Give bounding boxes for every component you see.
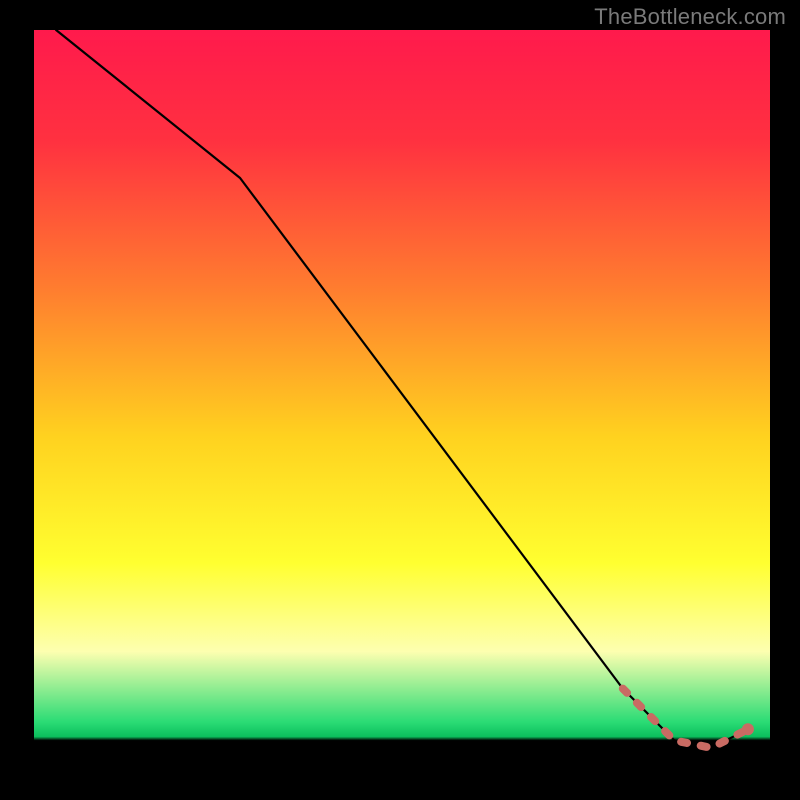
bottleneck-chart — [0, 0, 800, 800]
end-point-marker — [742, 723, 754, 735]
plot-background — [34, 30, 770, 770]
chart-container: TheBottleneck.com — [0, 0, 800, 800]
watermark-label: TheBottleneck.com — [594, 4, 786, 30]
